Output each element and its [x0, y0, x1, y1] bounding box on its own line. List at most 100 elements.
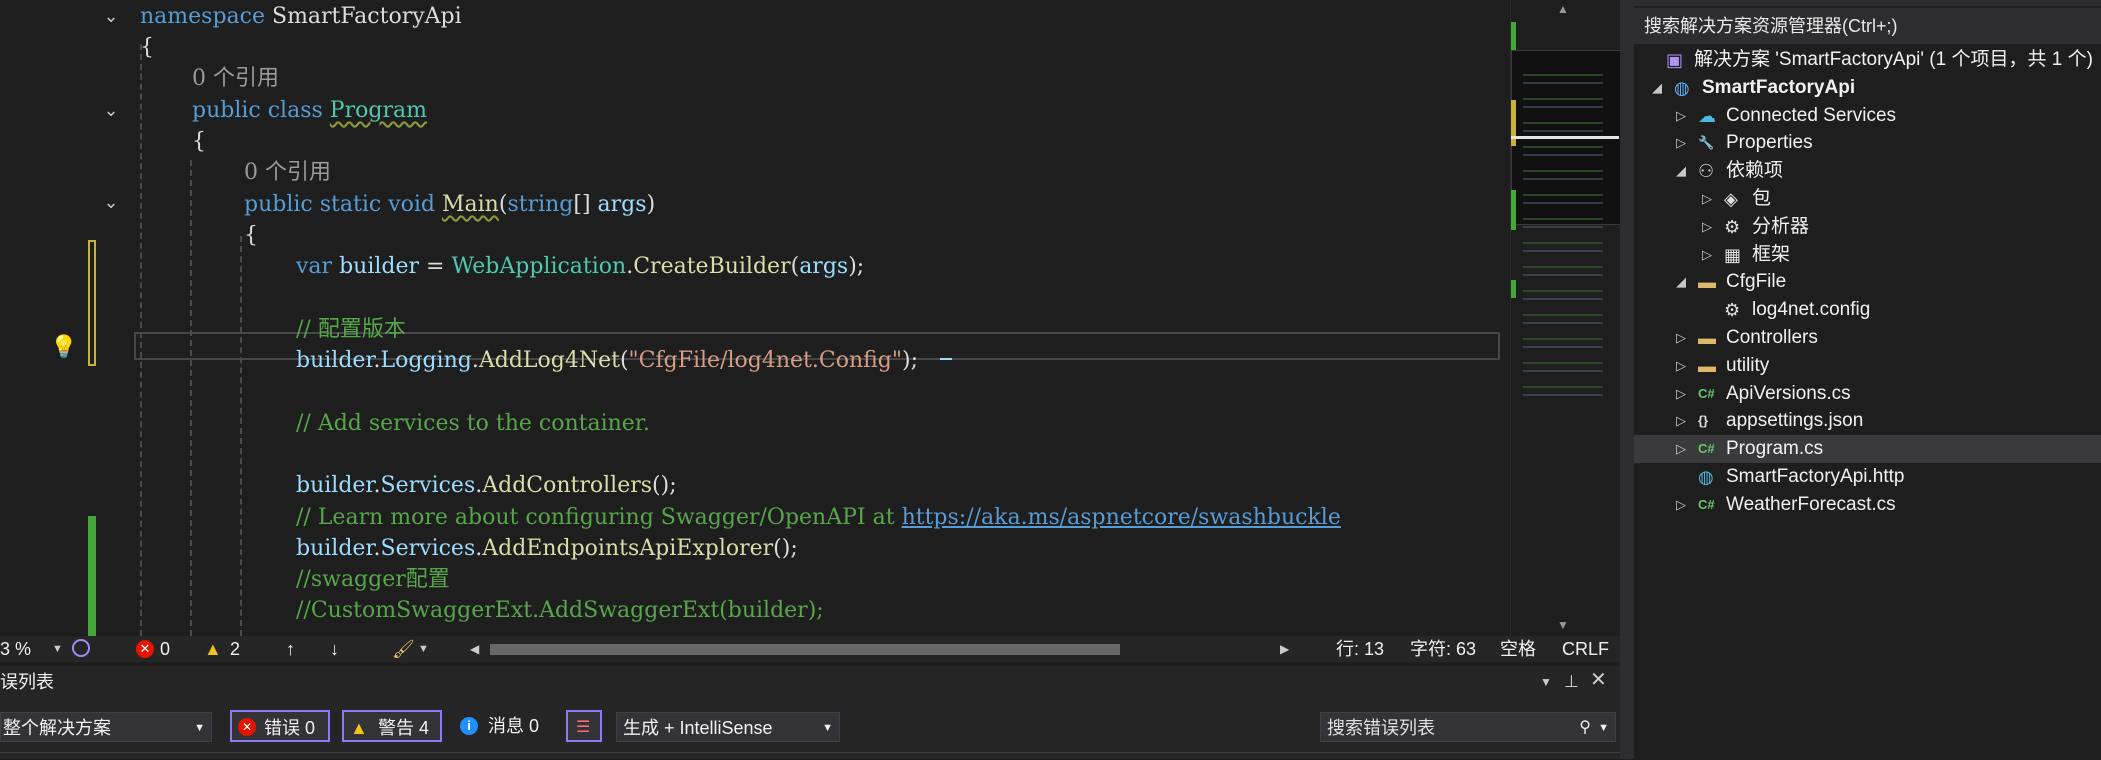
collapsed-arrow-icon[interactable]: ▷	[1674, 352, 1688, 380]
code-line[interactable]: public static void Main(string[] args)	[244, 190, 655, 220]
filter-options-button[interactable]: ☰	[566, 710, 602, 742]
tree-item[interactable]: ▷ ☁ Connected Services	[1634, 102, 2101, 130]
code-token: args	[597, 192, 647, 217]
tree-item[interactable]: ▣ 解决方案 'SmartFactoryApi' (1 个项目，共 1 个)	[1634, 46, 2101, 74]
build-source-select[interactable]: 生成 + IntelliSense ▼	[616, 712, 840, 742]
expanded-arrow-icon[interactable]: ◢	[1674, 268, 1688, 296]
tree-item[interactable]: ▷ ▬ Controllers	[1634, 324, 2101, 352]
line-ending-indicator[interactable]: CRLF	[1562, 636, 1609, 662]
scroll-down-arrow-icon[interactable]: ▼	[1553, 618, 1573, 632]
collapsed-arrow-icon[interactable]: ▷	[1674, 129, 1688, 157]
warnings-filter-button[interactable]: ▲ 警告 4	[342, 710, 442, 742]
code-line[interactable]: public class Program	[192, 96, 427, 126]
line-indicator[interactable]: 行: 13	[1336, 636, 1384, 662]
reference-count-lens[interactable]: 0 个引用	[244, 160, 331, 185]
code-line[interactable]: //swagger配置	[296, 565, 450, 595]
tree-item[interactable]: ▷ C# WeatherForecast.cs	[1634, 491, 2101, 519]
whitespace-indicator[interactable]: 空格	[1500, 636, 1536, 662]
collapsed-arrow-icon[interactable]: ▷	[1700, 185, 1714, 213]
code-line[interactable]: builder.Services.AddEndpointsApiExplorer…	[296, 534, 798, 564]
warning-count[interactable]: 2	[230, 636, 240, 662]
error-list-search[interactable]: 搜索错误列表 ⚲ ▼	[1320, 712, 1616, 742]
tree-item[interactable]: ▷ 🔧 Properties	[1634, 129, 2101, 157]
code-line[interactable]: {	[192, 127, 206, 157]
code-line[interactable]: //CustomSwaggerExt.AddSwaggerExt(builder…	[296, 596, 824, 626]
solution-explorer-search-input[interactable]: 搜索解决方案资源管理器(Ctrl+;)	[1644, 8, 1898, 44]
code-line[interactable]: builder.Logging.AddLog4Net("CfgFile/log4…	[296, 346, 918, 376]
reference-count-lens[interactable]: 0 个引用	[192, 66, 279, 91]
tree-item[interactable]: ◢ ▬ CfgFile	[1634, 268, 2101, 296]
code-hyperlink[interactable]: https://aka.ms/aspnetcore/swashbuckle	[902, 505, 1341, 530]
code-cleanup-icon[interactable]: 🖌	[392, 636, 415, 662]
collapsed-arrow-icon[interactable]: ▷	[1674, 491, 1688, 519]
text-caret	[940, 358, 952, 360]
scroll-right-icon[interactable]: ▶	[1280, 636, 1289, 662]
collapsed-arrow-icon[interactable]: ▷	[1674, 102, 1688, 130]
next-issue-icon[interactable]: ↓	[330, 636, 339, 662]
code-token: builder	[296, 473, 374, 498]
code-line[interactable]: namespace SmartFactoryApi	[140, 2, 462, 32]
lightbulb-quick-actions-icon[interactable]: 💡	[50, 334, 77, 360]
code-line[interactable]: // Add services to the container.	[296, 409, 650, 439]
tree-item[interactable]: ⚙ log4net.config	[1634, 296, 2101, 324]
tree-item[interactable]: ▷ {} appsettings.json	[1634, 407, 2101, 435]
expanded-arrow-icon[interactable]: ◢	[1674, 157, 1688, 185]
scope-select[interactable]: 整个解决方案 ▼	[0, 712, 212, 742]
tree-item-label: Controllers	[1726, 327, 1818, 348]
tree-item[interactable]: ▷ ⚙ 分析器	[1634, 213, 2101, 241]
tree-item[interactable]: ▷ ▦ 框架	[1634, 241, 2101, 269]
collapsed-arrow-icon[interactable]: ▷	[1674, 380, 1688, 408]
tree-item[interactable]: ▷ ◈ 包	[1634, 185, 2101, 213]
copilot-icon[interactable]	[72, 639, 90, 657]
fold-toggle-namespace-icon[interactable]: ⌄	[100, 6, 122, 28]
code-line[interactable]: 0 个引用	[192, 64, 279, 94]
code-editor[interactable]: namespace SmartFactoryApi {0 个引用 public cl…	[0, 0, 1510, 636]
close-icon[interactable]: ✕	[1590, 668, 1607, 692]
horizontal-scrollbar-thumb[interactable]	[490, 644, 1120, 655]
code-cleanup-dropdown-icon[interactable]: ▼	[418, 636, 429, 662]
messages-filter-button[interactable]: i 消息 0	[456, 710, 556, 742]
panel-splitter[interactable]	[1620, 0, 1634, 759]
tree-item[interactable]: ▷ ▬ utility	[1634, 352, 2101, 380]
code-line[interactable]: 0 个引用	[244, 158, 331, 188]
editor-gutter	[0, 0, 130, 636]
collapsed-arrow-icon[interactable]: ▷	[1674, 324, 1688, 352]
code-token: class	[267, 98, 323, 123]
tree-item[interactable]: ▷ C# Program.cs	[1634, 435, 2101, 464]
errors-filter-button[interactable]: ✕ 错误 0	[230, 710, 330, 742]
warning-icon[interactable]: ▲	[204, 638, 222, 660]
code-line[interactable]: var builder = WebApplication.CreateBuild…	[296, 252, 864, 282]
collapsed-arrow-icon[interactable]: ▷	[1674, 407, 1688, 435]
zoom-level[interactable]: 3 %	[0, 636, 31, 662]
code-token: namespace	[140, 4, 265, 29]
tree-item[interactable]: ◢ ◍ SmartFactoryApi	[1634, 74, 2101, 102]
code-line[interactable]: builder.Services.AddControllers();	[296, 471, 677, 501]
collapsed-arrow-icon[interactable]: ▷	[1700, 213, 1714, 241]
tree-item[interactable]: ◢ ⚇ 依赖项	[1634, 157, 2101, 185]
tree-item[interactable]: ▷ C# ApiVersions.cs	[1634, 380, 2101, 408]
tree-item[interactable]: ◍ SmartFactoryApi.http	[1634, 463, 2101, 491]
pin-icon[interactable]: ⊥	[1564, 670, 1579, 694]
scroll-left-icon[interactable]: ◀	[470, 636, 479, 662]
fold-toggle-class-icon[interactable]: ⌄	[100, 100, 122, 122]
zoom-dropdown-icon[interactable]: ▼	[52, 636, 63, 662]
panel-menu-icon[interactable]: ▼	[1540, 670, 1552, 694]
collapsed-arrow-icon[interactable]: ▷	[1674, 435, 1688, 463]
previous-issue-icon[interactable]: ↑	[286, 636, 295, 662]
error-list-search-input[interactable]: 搜索错误列表	[1327, 718, 1435, 738]
code-line[interactable]: // Learn more about configuring Swagger/…	[296, 503, 1341, 533]
error-count[interactable]: 0	[160, 636, 170, 662]
expanded-arrow-icon[interactable]: ◢	[1650, 74, 1664, 102]
minimap-scrollbar[interactable]: ▲ ▼	[1510, 0, 1621, 636]
fold-toggle-method-icon[interactable]: ⌄	[100, 192, 122, 214]
web-project-icon: ◍	[1674, 77, 1690, 98]
csharp-file-icon: C#	[1698, 385, 1715, 401]
code-line[interactable]: // 配置版本	[296, 315, 406, 345]
collapsed-arrow-icon[interactable]: ▷	[1700, 241, 1714, 269]
solution-explorer-search[interactable]: 搜索解决方案资源管理器(Ctrl+;)	[1634, 8, 2101, 44]
scroll-up-arrow-icon[interactable]: ▲	[1553, 2, 1573, 16]
error-icon[interactable]: ✕	[136, 640, 154, 658]
code-line[interactable]: {	[244, 221, 258, 251]
code-line[interactable]: {	[140, 33, 154, 63]
char-indicator[interactable]: 字符: 63	[1410, 636, 1476, 662]
